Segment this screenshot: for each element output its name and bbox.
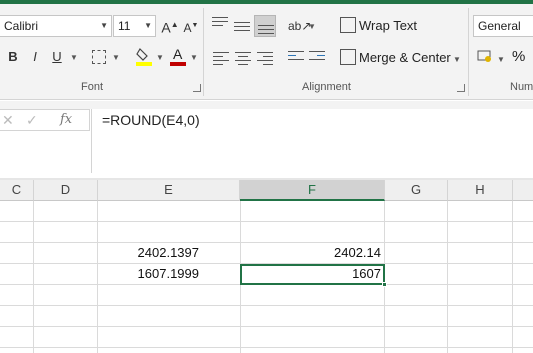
grow-font-button[interactable]: A▲ — [161, 16, 179, 37]
group-divider — [468, 8, 469, 96]
align-right-icon[interactable] — [257, 52, 273, 68]
top-align-icon[interactable] — [212, 17, 228, 29]
gridline — [0, 347, 533, 348]
orientation-icon[interactable]: ab↗ — [288, 17, 311, 35]
group-divider — [203, 8, 204, 96]
gridline — [0, 305, 533, 306]
bottom-align-icon — [258, 25, 274, 37]
percent-button[interactable]: % — [512, 48, 525, 65]
bold-icon: B — [8, 49, 18, 64]
fill-handle[interactable] — [382, 282, 387, 287]
chevron-down-icon[interactable]: ▼ — [70, 53, 78, 62]
cell-e4[interactable]: 1607.1999 — [98, 264, 202, 284]
font-color-icon: A — [173, 46, 183, 62]
insert-function-icon[interactable]: fx — [60, 112, 72, 127]
italic-button[interactable]: I — [28, 48, 42, 66]
column-header-e[interactable]: E — [98, 180, 240, 201]
font-color-button[interactable]: A — [170, 46, 186, 66]
cell-e3[interactable]: 2402.1397 — [98, 243, 202, 263]
column-header-d[interactable]: D — [34, 180, 98, 201]
font-name-combo[interactable]: Calibri ▼ — [0, 15, 112, 37]
align-left-icon[interactable] — [213, 52, 229, 68]
chevron-down-icon[interactable]: ▼ — [190, 53, 198, 62]
fill-color-button[interactable] — [136, 46, 152, 66]
column-header-h[interactable]: H — [448, 180, 513, 201]
number-group-label: Num — [510, 81, 533, 93]
bottom-align-button[interactable] — [254, 15, 276, 37]
column-header-f[interactable]: F — [240, 180, 385, 201]
font-name-value: Calibri — [4, 19, 39, 33]
increase-indent-icon[interactable] — [309, 51, 325, 63]
alignment-group-label: Alignment — [302, 81, 351, 93]
gridline — [0, 326, 533, 327]
gridline — [0, 221, 533, 222]
middle-align-icon[interactable] — [234, 22, 250, 34]
font-group-label: Font — [81, 81, 104, 93]
font-size-combo[interactable]: 11 ▼ — [113, 15, 156, 37]
column-header-c[interactable]: C — [0, 180, 34, 201]
font-color-swatch — [170, 62, 186, 66]
bold-button[interactable]: B — [6, 48, 20, 66]
gridline — [512, 201, 513, 353]
chevron-down-icon[interactable]: ▼ — [308, 22, 316, 31]
formula-bar-gap — [0, 101, 533, 109]
wrap-text-button[interactable]: Wrap Text — [359, 18, 417, 33]
grow-font-icon: A — [161, 19, 171, 36]
borders-icon[interactable] — [92, 50, 106, 64]
underline-icon: U — [52, 49, 62, 64]
chevron-down-icon[interactable]: ▼ — [497, 55, 505, 64]
align-center-icon[interactable] — [235, 52, 251, 68]
ribbon: Calibri ▼ 11 ▼ A▲ A▼ B I U ▼ ▼ ▼ A ▼ Fon… — [0, 0, 533, 100]
dialog-launcher-icon[interactable] — [457, 84, 465, 92]
dialog-launcher-icon[interactable] — [193, 84, 201, 92]
chevron-down-icon[interactable]: ▼ — [453, 55, 461, 64]
decrease-indent-icon[interactable] — [288, 51, 304, 63]
shrink-font-button[interactable]: A▼ — [182, 17, 200, 37]
paint-bucket-icon — [136, 48, 152, 66]
number-format-combo[interactable]: General — [473, 15, 533, 37]
column-header-next[interactable] — [513, 180, 533, 201]
font-size-value: 11 — [118, 19, 131, 33]
chevron-down-icon: ▼ — [100, 21, 108, 30]
formula-bar: ✕ ✓ fx =ROUND(E4,0) — [0, 101, 533, 173]
merge-center-button[interactable]: Merge & Center — [359, 50, 451, 65]
chevron-down-icon: ▼ — [144, 21, 152, 30]
cancel-icon[interactable]: ✕ — [2, 112, 14, 129]
formula-input[interactable]: =ROUND(E4,0) — [91, 109, 533, 173]
cell-f3[interactable]: 2402.14 — [241, 243, 384, 263]
italic-icon: I — [33, 49, 37, 64]
number-format-value: General — [478, 19, 521, 33]
shrink-font-icon: A — [183, 21, 192, 35]
formula-bar-buttons: ✕ ✓ fx — [0, 109, 90, 131]
chevron-down-icon[interactable]: ▼ — [156, 53, 164, 62]
gridline — [33, 201, 34, 353]
ribbon-accent-bar — [0, 0, 533, 4]
wrap-text-icon — [340, 17, 356, 33]
underline-button[interactable]: U — [50, 48, 64, 66]
chevron-down-icon[interactable]: ▼ — [112, 53, 120, 62]
enter-checkmark-icon[interactable]: ✓ — [26, 112, 38, 129]
accounting-format-icon[interactable] — [477, 49, 493, 63]
column-header-g[interactable]: G — [385, 180, 448, 201]
merge-center-icon — [340, 49, 356, 65]
gridline — [447, 201, 448, 353]
active-cell-border — [240, 264, 385, 285]
